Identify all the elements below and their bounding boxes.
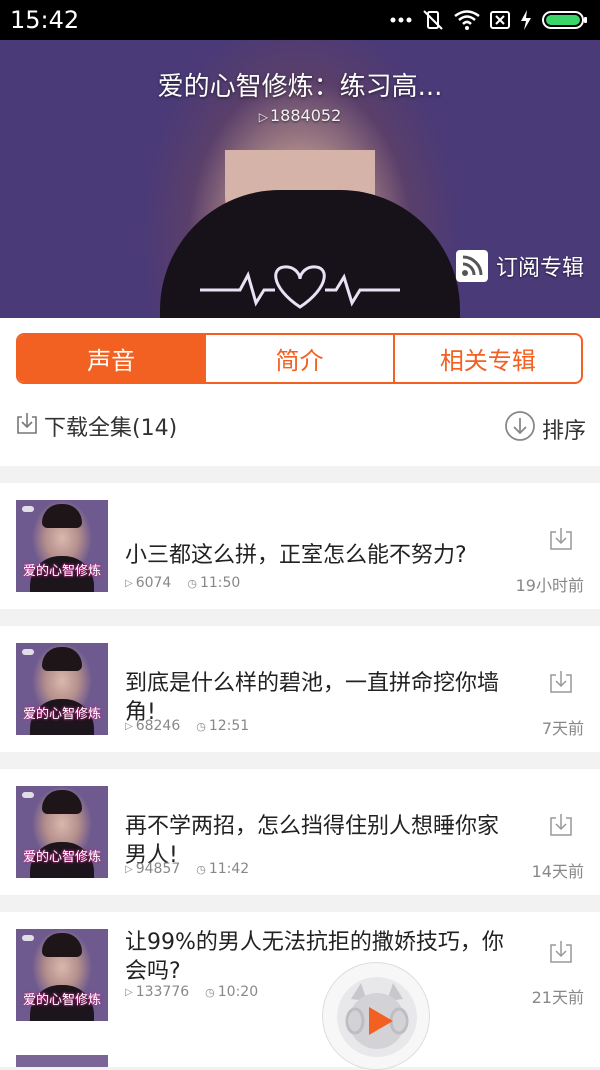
clock-icon: ◷: [187, 576, 197, 590]
subscribe-album-button[interactable]: 订阅专辑: [455, 250, 584, 282]
track-duration: ◷ 10:20: [205, 984, 258, 1000]
track-row[interactable]: 爱的心智修炼 到底是什么样的碧池，一直拼命挖你墙角! ▷ 68246 ◷ 12:51…: [0, 626, 600, 752]
tab-sounds[interactable]: 声音: [18, 335, 207, 382]
download-icon: [16, 411, 38, 441]
track-cover: 爱的心智修炼: [16, 643, 108, 735]
cover-text: 爱的心智修炼: [22, 564, 101, 579]
play-count-icon: ▷: [125, 577, 133, 589]
album-title: 爱的心智修炼：练习高...: [157, 72, 443, 102]
track-time-ago: 19小时前: [515, 576, 584, 595]
album-header: 爱的心智修炼：练习高... ▷ 1884052 订阅专辑: [0, 40, 600, 318]
cover-hair: [42, 647, 82, 671]
track-duration: ◷ 12:51: [196, 718, 249, 734]
download-all-button[interactable]: 下载全集(14): [16, 410, 177, 442]
track-plays: ▷ 94857: [125, 861, 180, 877]
track-time-ago: 7天前: [541, 719, 584, 738]
cover-logo-icon: [22, 792, 34, 798]
mini-player-button[interactable]: [322, 962, 430, 1070]
download-icon: [549, 528, 573, 555]
track-plays: ▷ 68246: [125, 718, 180, 734]
track-duration: ◷ 11:50: [187, 575, 240, 591]
cover-logo-icon: [22, 649, 34, 655]
track-cover: [16, 1055, 108, 1067]
cover-text: 爱的心智修炼: [22, 850, 101, 865]
tab-related-albums[interactable]: 相关专辑: [395, 335, 581, 382]
track-time-ago: 21天前: [531, 988, 584, 1007]
track-plays-value: 94857: [135, 861, 181, 877]
list-toolbar: 下载全集(14) 排序: [16, 410, 586, 444]
track-meta: ▷ 133776 ◷ 10:20: [125, 984, 258, 1000]
album-play-count: ▷ 1884052: [0, 106, 600, 125]
track-cover: 爱的心智修炼: [16, 929, 108, 1021]
heartbeat-heart-icon: [200, 265, 400, 309]
cover-text: 爱的心智修炼: [22, 707, 101, 722]
cover-logo-icon: [22, 506, 34, 512]
download-icon: [549, 671, 573, 698]
track-duration-value: 11:50: [199, 575, 241, 591]
cover-hair: [42, 933, 82, 957]
track-duration-value: 12:51: [208, 718, 250, 734]
track-download-button[interactable]: [549, 940, 573, 968]
charging-icon: [520, 10, 532, 30]
rss-icon: [455, 250, 488, 282]
track-title: 让99%的男人无法抗拒的撒娇技巧，你会吗?: [125, 930, 504, 984]
track-duration-value: 10:20: [217, 984, 259, 1000]
track-row[interactable]: 爱的心智修炼 让99%的男人无法抗拒的撒娇技巧，你会吗? ▷ 133776 ◷ 10…: [0, 912, 600, 1038]
download-all-label: 下载全集(14): [44, 416, 178, 441]
cover-text: 爱的心智修炼: [22, 993, 101, 1008]
status-bar: 15:42: [0, 0, 600, 40]
track-row[interactable]: 爱的心智修炼 再不学两招，怎么挡得住别人想睡你家男人! ▷ 94857 ◷ 11:4…: [0, 769, 600, 895]
track-download-button[interactable]: [549, 813, 573, 841]
track-time-ago: 14天前: [531, 862, 584, 881]
sort-button[interactable]: 排序: [504, 410, 586, 448]
track-duration-value: 11:42: [208, 861, 250, 877]
track-cover: 爱的心智修炼: [16, 786, 108, 878]
track-download-button[interactable]: [549, 527, 573, 555]
track-row[interactable]: 爱的心智修炼 小三都这么拼，正室怎么能不努力? ▷ 6074 ◷ 11:50 19小…: [0, 483, 600, 609]
more-icon: [390, 16, 412, 24]
track-row-partial[interactable]: [0, 1038, 600, 1067]
download-icon: [549, 814, 573, 841]
play-count-icon: ▷: [125, 720, 133, 732]
clock-icon: ◷: [205, 985, 215, 999]
cover-hair: [42, 790, 82, 814]
track-plays-value: 133776: [135, 984, 190, 1000]
tab-bar: 声音 简介 相关专辑: [16, 333, 583, 384]
track-plays: ▷ 6074: [125, 575, 171, 591]
play-count-icon: ▷: [125, 986, 133, 998]
track-meta: ▷ 6074 ◷ 11:50: [125, 575, 240, 591]
player-mascot-icon: [337, 977, 417, 1057]
clock-icon: ◷: [196, 719, 206, 733]
track-meta: ▷ 68246 ◷ 12:51: [125, 718, 249, 734]
play-count-icon: ▷: [125, 863, 133, 875]
tab-intro[interactable]: 简介: [206, 335, 395, 382]
cover-logo-icon: [22, 935, 34, 941]
clock-icon: ◷: [196, 862, 206, 876]
sort-label: 排序: [541, 419, 586, 444]
track-plays: ▷ 133776: [125, 984, 189, 1000]
track-duration: ◷ 11:42: [196, 861, 249, 877]
track-plays-value: 6074: [135, 575, 172, 591]
track-plays-value: 68246: [135, 718, 181, 734]
subscribe-label: 订阅专辑: [495, 256, 584, 281]
wifi-icon: [454, 10, 480, 30]
status-icons: [390, 8, 588, 32]
track-cover: 爱的心智修炼: [16, 500, 108, 592]
track-title: 小三都这么拼，正室怎么能不努力?: [125, 543, 467, 568]
download-icon: [549, 941, 573, 968]
album-play-count-value: 1884052: [269, 106, 342, 125]
sort-icon: [504, 410, 536, 448]
track-meta: ▷ 94857 ◷ 11:42: [125, 861, 249, 877]
battery-icon: [542, 10, 588, 30]
play-count-icon: ▷: [258, 110, 268, 124]
cover-hair: [42, 504, 82, 528]
vibrate-off-icon: [422, 9, 444, 31]
track-download-button[interactable]: [549, 670, 573, 698]
status-time: 15:42: [10, 6, 80, 34]
tabs-section: 声音 简介 相关专辑 下载全集(14) 排序: [0, 318, 600, 466]
sim-x-icon: [490, 10, 510, 30]
